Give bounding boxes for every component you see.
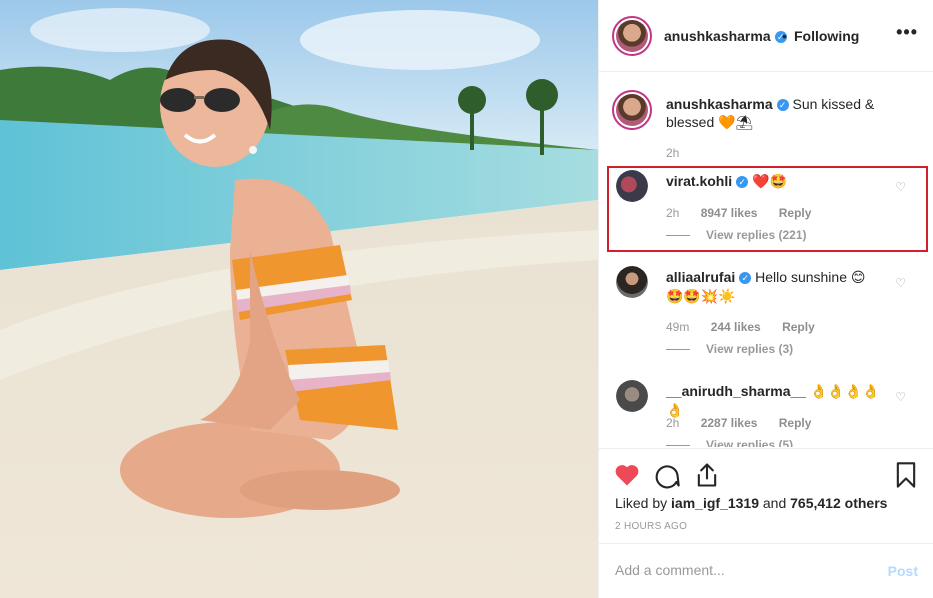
following-button[interactable]: Following — [794, 28, 859, 44]
comment-time[interactable]: 2h — [666, 416, 679, 430]
caption-username[interactable]: anushkasharma — [666, 96, 773, 112]
liked-by-prefix: Liked by — [615, 495, 668, 511]
comment-body: Hello sunshine — [755, 269, 847, 285]
comment-icon[interactable] — [653, 461, 681, 489]
bookmark-icon[interactable] — [892, 461, 920, 489]
verified-badge-icon: ✓ — [739, 272, 752, 285]
view-replies-button[interactable]: View replies (5) — [666, 438, 793, 447]
comment-reply-button[interactable]: Reply — [779, 416, 812, 430]
author-username-text[interactable]: anushkasharma — [664, 28, 771, 44]
beach-photo-illustration — [0, 0, 598, 598]
more-options-icon[interactable]: ••• — [896, 22, 918, 43]
caption-emojis: 🧡⛱ — [718, 115, 754, 131]
post-header: anushkasharma ✓ • Following ••• — [599, 0, 933, 72]
heart-icon[interactable] — [613, 461, 641, 489]
header-separator: • — [782, 28, 787, 44]
caption-author-avatar[interactable] — [612, 90, 652, 130]
comment-like-heart-icon[interactable]: ♡ — [895, 276, 906, 290]
caption-time[interactable]: 2h — [666, 146, 679, 160]
author-username[interactable]: anushkasharma ✓ — [664, 28, 787, 44]
post-actions: Liked by iam_igf_1319 and 765,412 others… — [599, 448, 933, 543]
comment-meta: 2h 2287 likes Reply — [666, 416, 829, 430]
comment-username[interactable]: alliaalrufai — [666, 269, 735, 285]
verified-badge-icon: ✓ — [776, 99, 789, 112]
liked-by-user[interactable]: iam_igf_1319 — [671, 495, 759, 511]
post-timestamp[interactable]: 2 HOURS AGO — [615, 521, 687, 532]
comment-like-heart-icon[interactable]: ♡ — [895, 390, 906, 404]
comment-text: alliaalrufai ✓ Hello sunshine 😊 🤩🤩💥☀️ — [666, 268, 886, 306]
add-comment-section: Post — [599, 543, 933, 598]
liked-by-others[interactable]: 765,412 others — [790, 495, 887, 511]
comment-likes[interactable]: 2287 likes — [701, 416, 758, 430]
comment-likes[interactable]: 244 likes — [711, 320, 761, 334]
comment-reply-button[interactable]: Reply — [782, 320, 815, 334]
author-avatar[interactable] — [612, 16, 652, 56]
view-replies-button[interactable]: View replies (3) — [666, 342, 793, 356]
comment-text: __anirudh_sharma__ 👌👌👌👌👌 — [666, 382, 886, 420]
comment-time[interactable]: 49m — [666, 320, 689, 334]
liked-by: Liked by iam_igf_1319 and 765,412 others — [615, 495, 887, 511]
liked-by-middle: and — [762, 495, 787, 511]
commenter-avatar[interactable] — [616, 266, 648, 298]
highlight-box — [607, 166, 928, 252]
comments-list[interactable]: anushkasharma ✓ Sun kissed & blessed 🧡⛱ 2… — [599, 72, 933, 447]
post-photo[interactable] — [0, 0, 598, 598]
caption-text: anushkasharma ✓ Sun kissed & blessed 🧡⛱ — [666, 95, 886, 132]
comment-meta: 49m 244 likes Reply — [666, 320, 833, 334]
post-button[interactable]: Post — [888, 563, 918, 579]
comment-input[interactable] — [615, 562, 865, 578]
share-icon[interactable] — [693, 461, 721, 489]
post-side-panel: anushkasharma ✓ • Following ••• anushkash… — [598, 0, 933, 598]
caption-meta: 2h — [666, 146, 697, 160]
comment-username[interactable]: __anirudh_sharma__ — [666, 383, 806, 399]
commenter-avatar[interactable] — [616, 380, 648, 412]
